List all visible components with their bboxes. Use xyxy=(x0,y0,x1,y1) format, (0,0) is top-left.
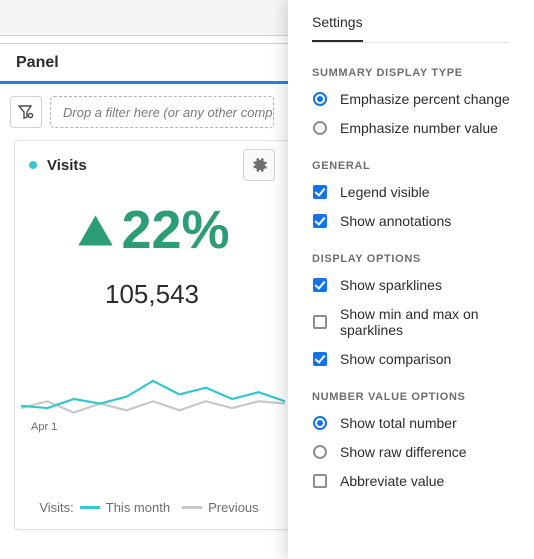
checkbox-label: Show min and max on sparklines xyxy=(340,306,510,338)
section-header-display-options: DISPLAY OPTIONS xyxy=(312,253,510,265)
legend-previous-label: Previous xyxy=(208,500,259,515)
trend-up-icon xyxy=(74,209,117,252)
radio-label: Show total number xyxy=(340,415,457,431)
summary-card: Visits 22% 105,543 Apr 1 Visit xyxy=(14,140,290,530)
panel-area: Panel Drop a filter here (or any other c… xyxy=(0,0,290,559)
gear-icon xyxy=(250,156,268,174)
panel-header: Panel xyxy=(0,44,290,84)
legend-line-icon xyxy=(182,506,202,509)
section-header-general: GENERAL xyxy=(312,160,510,172)
checkbox-show-annotations[interactable]: Show annotations xyxy=(312,213,510,229)
checkbox-abbreviate-value[interactable]: Abbreviate value xyxy=(312,473,510,489)
radio-emphasize-value[interactable]: Emphasize number value xyxy=(312,120,510,136)
section-header-number-value-options: NUMBER VALUE OPTIONS xyxy=(312,391,510,403)
checkbox-label: Show annotations xyxy=(340,213,451,229)
radio-label: Show raw difference xyxy=(340,444,467,460)
checkbox-show-comparison[interactable]: Show comparison xyxy=(312,351,510,367)
checkbox-show-minmax[interactable]: Show min and max on sparklines xyxy=(312,306,510,338)
legend-current-label: This month xyxy=(106,500,170,515)
checkbox-icon xyxy=(313,474,327,488)
checkbox-icon xyxy=(313,278,327,292)
section-header-summary-display-type: SUMMARY DISPLAY TYPE xyxy=(312,67,510,79)
checkbox-label: Show comparison xyxy=(340,351,451,367)
app-chrome-inner xyxy=(0,0,290,36)
radio-show-total[interactable]: Show total number xyxy=(312,415,510,431)
app-chrome-band xyxy=(0,0,290,44)
checkbox-label: Legend visible xyxy=(340,184,430,200)
checkbox-label: Show sparklines xyxy=(340,277,442,293)
radio-icon xyxy=(313,121,327,135)
checkbox-show-sparklines[interactable]: Show sparklines xyxy=(312,277,510,293)
radio-emphasize-percent[interactable]: Emphasize percent change xyxy=(312,91,510,107)
number-value: 105,543 xyxy=(15,257,289,310)
radio-show-raw-diff[interactable]: Show raw difference xyxy=(312,444,510,460)
filter-icon xyxy=(18,104,34,120)
radio-icon xyxy=(313,445,327,459)
spark-x-label: Apr 1 xyxy=(31,421,57,433)
legend-key-previous: Previous xyxy=(182,500,259,515)
radio-icon xyxy=(313,92,327,106)
filter-row: Drop a filter here (or any other compone… xyxy=(0,84,290,138)
radio-label: Emphasize number value xyxy=(340,120,498,136)
checkbox-label: Abbreviate value xyxy=(340,473,444,489)
radio-icon xyxy=(313,416,327,430)
filter-button[interactable] xyxy=(10,96,42,128)
legend-prefix: Visits: xyxy=(39,500,73,515)
summary-block: 22% 105,543 xyxy=(15,189,289,310)
checkbox-icon xyxy=(313,315,327,329)
panel-title: Panel xyxy=(16,54,59,72)
card-header: Visits xyxy=(15,141,289,189)
legend-dot-icon xyxy=(29,161,37,169)
legend-line-icon xyxy=(80,506,100,509)
legend-key-current: This month xyxy=(80,500,170,515)
card-settings-button[interactable] xyxy=(243,149,275,181)
checkbox-icon xyxy=(313,214,327,228)
drop-zone[interactable]: Drop a filter here (or any other compone… xyxy=(50,96,274,128)
sparklines: Apr 1 xyxy=(15,359,289,444)
settings-panel: Settings SUMMARY DISPLAY TYPE Emphasize … xyxy=(288,0,534,559)
card-legend: Visits: This month Previous xyxy=(15,500,289,515)
checkbox-icon xyxy=(313,352,327,366)
radio-label: Emphasize percent change xyxy=(340,91,510,107)
checkbox-legend-visible[interactable]: Legend visible xyxy=(312,184,510,200)
tab-settings[interactable]: Settings xyxy=(312,14,363,42)
percent-value: 22% xyxy=(121,203,229,257)
percent-change: 22% xyxy=(15,189,289,257)
metric-name: Visits xyxy=(47,157,243,174)
checkbox-icon xyxy=(313,185,327,199)
settings-tabs: Settings xyxy=(312,14,510,43)
